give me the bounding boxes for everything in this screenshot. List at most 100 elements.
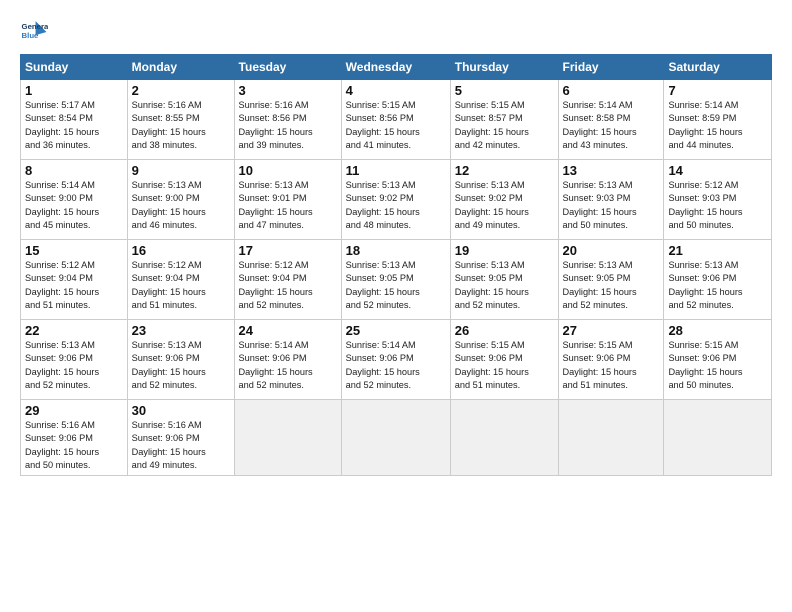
table-row: 18Sunrise: 5:13 AM Sunset: 9:05 PM Dayli… [341, 240, 450, 320]
table-row: 20Sunrise: 5:13 AM Sunset: 9:05 PM Dayli… [558, 240, 664, 320]
table-row: 9Sunrise: 5:13 AM Sunset: 9:00 PM Daylig… [127, 160, 234, 240]
table-row: 16Sunrise: 5:12 AM Sunset: 9:04 PM Dayli… [127, 240, 234, 320]
day-info: Sunrise: 5:13 AM Sunset: 9:02 PM Dayligh… [455, 179, 554, 232]
day-info: Sunrise: 5:17 AM Sunset: 8:54 PM Dayligh… [25, 99, 123, 152]
day-info: Sunrise: 5:15 AM Sunset: 9:06 PM Dayligh… [563, 339, 660, 392]
table-row: 27Sunrise: 5:15 AM Sunset: 9:06 PM Dayli… [558, 320, 664, 400]
table-row: 23Sunrise: 5:13 AM Sunset: 9:06 PM Dayli… [127, 320, 234, 400]
day-info: Sunrise: 5:15 AM Sunset: 9:06 PM Dayligh… [668, 339, 767, 392]
day-info: Sunrise: 5:13 AM Sunset: 9:00 PM Dayligh… [132, 179, 230, 232]
logo-icon: General Blue [20, 18, 48, 46]
svg-text:General: General [22, 22, 48, 31]
day-number: 15 [25, 243, 123, 258]
day-number: 23 [132, 323, 230, 338]
day-info: Sunrise: 5:13 AM Sunset: 9:02 PM Dayligh… [346, 179, 446, 232]
day-number: 2 [132, 83, 230, 98]
day-info: Sunrise: 5:13 AM Sunset: 9:06 PM Dayligh… [668, 259, 767, 312]
table-row: 13Sunrise: 5:13 AM Sunset: 9:03 PM Dayli… [558, 160, 664, 240]
day-info: Sunrise: 5:16 AM Sunset: 9:06 PM Dayligh… [132, 419, 230, 472]
day-number: 8 [25, 163, 123, 178]
day-number: 12 [455, 163, 554, 178]
calendar-week-row: 29Sunrise: 5:16 AM Sunset: 9:06 PM Dayli… [21, 400, 772, 476]
table-row [664, 400, 772, 476]
table-row: 28Sunrise: 5:15 AM Sunset: 9:06 PM Dayli… [664, 320, 772, 400]
day-number: 9 [132, 163, 230, 178]
day-info: Sunrise: 5:12 AM Sunset: 9:04 PM Dayligh… [239, 259, 337, 312]
table-row [450, 400, 558, 476]
day-number: 29 [25, 403, 123, 418]
day-number: 22 [25, 323, 123, 338]
day-number: 18 [346, 243, 446, 258]
day-number: 3 [239, 83, 337, 98]
day-number: 5 [455, 83, 554, 98]
table-row: 22Sunrise: 5:13 AM Sunset: 9:06 PM Dayli… [21, 320, 128, 400]
logo: General Blue [20, 18, 48, 46]
table-row: 4Sunrise: 5:15 AM Sunset: 8:56 PM Daylig… [341, 80, 450, 160]
table-row: 7Sunrise: 5:14 AM Sunset: 8:59 PM Daylig… [664, 80, 772, 160]
calendar-week-row: 22Sunrise: 5:13 AM Sunset: 9:06 PM Dayli… [21, 320, 772, 400]
day-number: 21 [668, 243, 767, 258]
table-row: 12Sunrise: 5:13 AM Sunset: 9:02 PM Dayli… [450, 160, 558, 240]
table-row: 29Sunrise: 5:16 AM Sunset: 9:06 PM Dayli… [21, 400, 128, 476]
day-info: Sunrise: 5:15 AM Sunset: 8:56 PM Dayligh… [346, 99, 446, 152]
day-info: Sunrise: 5:13 AM Sunset: 9:05 PM Dayligh… [455, 259, 554, 312]
day-number: 6 [563, 83, 660, 98]
col-wednesday: Wednesday [341, 55, 450, 80]
col-saturday: Saturday [664, 55, 772, 80]
table-row [558, 400, 664, 476]
day-number: 24 [239, 323, 337, 338]
day-number: 28 [668, 323, 767, 338]
day-info: Sunrise: 5:13 AM Sunset: 9:06 PM Dayligh… [25, 339, 123, 392]
day-number: 13 [563, 163, 660, 178]
calendar-week-row: 8Sunrise: 5:14 AM Sunset: 9:00 PM Daylig… [21, 160, 772, 240]
calendar-page: General Blue Sunday Monday Tuesday Wedne… [0, 0, 792, 612]
table-row: 8Sunrise: 5:14 AM Sunset: 9:00 PM Daylig… [21, 160, 128, 240]
table-row [234, 400, 341, 476]
table-row: 10Sunrise: 5:13 AM Sunset: 9:01 PM Dayli… [234, 160, 341, 240]
day-info: Sunrise: 5:15 AM Sunset: 9:06 PM Dayligh… [455, 339, 554, 392]
day-info: Sunrise: 5:12 AM Sunset: 9:04 PM Dayligh… [25, 259, 123, 312]
col-tuesday: Tuesday [234, 55, 341, 80]
table-row: 24Sunrise: 5:14 AM Sunset: 9:06 PM Dayli… [234, 320, 341, 400]
table-row: 25Sunrise: 5:14 AM Sunset: 9:06 PM Dayli… [341, 320, 450, 400]
table-row: 30Sunrise: 5:16 AM Sunset: 9:06 PM Dayli… [127, 400, 234, 476]
day-number: 26 [455, 323, 554, 338]
day-number: 19 [455, 243, 554, 258]
day-number: 30 [132, 403, 230, 418]
day-info: Sunrise: 5:14 AM Sunset: 9:06 PM Dayligh… [239, 339, 337, 392]
calendar-table: Sunday Monday Tuesday Wednesday Thursday… [20, 54, 772, 476]
table-row: 26Sunrise: 5:15 AM Sunset: 9:06 PM Dayli… [450, 320, 558, 400]
day-info: Sunrise: 5:16 AM Sunset: 9:06 PM Dayligh… [25, 419, 123, 472]
day-info: Sunrise: 5:15 AM Sunset: 8:57 PM Dayligh… [455, 99, 554, 152]
day-number: 17 [239, 243, 337, 258]
svg-text:Blue: Blue [22, 31, 40, 40]
table-row: 21Sunrise: 5:13 AM Sunset: 9:06 PM Dayli… [664, 240, 772, 320]
col-friday: Friday [558, 55, 664, 80]
day-info: Sunrise: 5:14 AM Sunset: 9:00 PM Dayligh… [25, 179, 123, 232]
table-row: 11Sunrise: 5:13 AM Sunset: 9:02 PM Dayli… [341, 160, 450, 240]
day-info: Sunrise: 5:13 AM Sunset: 9:01 PM Dayligh… [239, 179, 337, 232]
day-info: Sunrise: 5:13 AM Sunset: 9:03 PM Dayligh… [563, 179, 660, 232]
table-row: 3Sunrise: 5:16 AM Sunset: 8:56 PM Daylig… [234, 80, 341, 160]
day-info: Sunrise: 5:14 AM Sunset: 9:06 PM Dayligh… [346, 339, 446, 392]
table-row [341, 400, 450, 476]
day-info: Sunrise: 5:16 AM Sunset: 8:55 PM Dayligh… [132, 99, 230, 152]
day-info: Sunrise: 5:13 AM Sunset: 9:05 PM Dayligh… [563, 259, 660, 312]
table-row: 5Sunrise: 5:15 AM Sunset: 8:57 PM Daylig… [450, 80, 558, 160]
day-info: Sunrise: 5:16 AM Sunset: 8:56 PM Dayligh… [239, 99, 337, 152]
day-info: Sunrise: 5:12 AM Sunset: 9:03 PM Dayligh… [668, 179, 767, 232]
day-info: Sunrise: 5:14 AM Sunset: 8:59 PM Dayligh… [668, 99, 767, 152]
day-info: Sunrise: 5:14 AM Sunset: 8:58 PM Dayligh… [563, 99, 660, 152]
day-number: 16 [132, 243, 230, 258]
day-number: 10 [239, 163, 337, 178]
day-number: 7 [668, 83, 767, 98]
day-number: 4 [346, 83, 446, 98]
header: General Blue [20, 18, 772, 46]
col-sunday: Sunday [21, 55, 128, 80]
col-thursday: Thursday [450, 55, 558, 80]
day-number: 1 [25, 83, 123, 98]
day-number: 25 [346, 323, 446, 338]
col-monday: Monday [127, 55, 234, 80]
day-info: Sunrise: 5:12 AM Sunset: 9:04 PM Dayligh… [132, 259, 230, 312]
table-row: 2Sunrise: 5:16 AM Sunset: 8:55 PM Daylig… [127, 80, 234, 160]
